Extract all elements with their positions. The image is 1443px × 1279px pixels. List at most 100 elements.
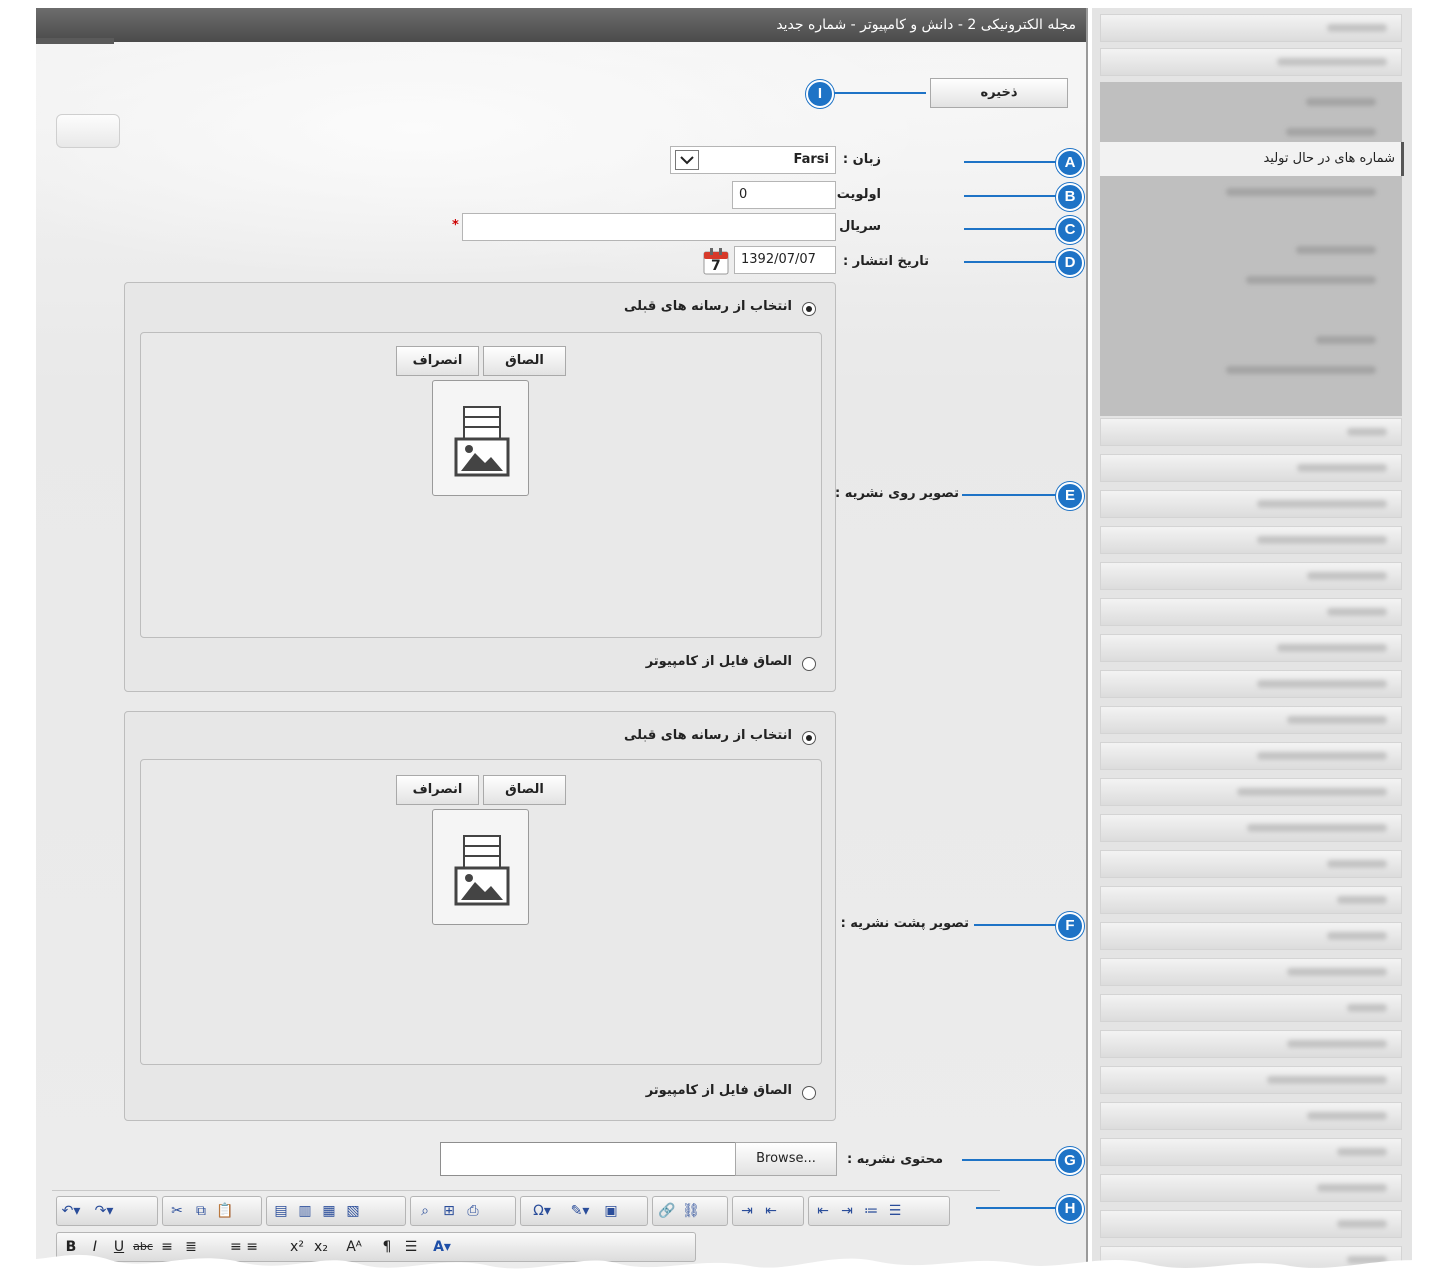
cover-back-thumbnail[interactable]: [432, 809, 529, 925]
toolbar-group-tools: ⌕ ⊞ ⎙: [410, 1196, 516, 1226]
window-divider: [1086, 8, 1088, 1268]
serial-label: سریال :: [829, 219, 881, 234]
link-icon[interactable]: 🔗: [656, 1200, 678, 1222]
sidebar-item[interactable]: [1100, 454, 1402, 482]
rtl-icon[interactable]: ⇤: [760, 1200, 782, 1222]
sidebar-item-label-blurred: [1287, 716, 1387, 724]
cover-back-attach-button[interactable]: الصاق: [483, 775, 566, 805]
content-file-input[interactable]: [440, 1142, 736, 1176]
callout-line-e: [962, 494, 1060, 496]
sidebar-item-label-blurred: [1327, 860, 1387, 868]
paste-icon[interactable]: 📋: [214, 1200, 236, 1222]
sidebar-item-label-blurred: [1297, 464, 1387, 472]
sidebar-item[interactable]: [1100, 886, 1402, 914]
priority-input[interactable]: 0: [732, 181, 836, 209]
sidebar-item[interactable]: [1100, 562, 1402, 590]
paste-word-icon[interactable]: ▥: [294, 1200, 316, 1222]
undo-icon[interactable]: ↶▾: [60, 1200, 82, 1222]
browse-button[interactable]: Browse...: [735, 1142, 837, 1176]
cover-front-upload-radio[interactable]: [802, 657, 816, 671]
select-all-icon[interactable]: ⊞: [438, 1200, 460, 1222]
copy-icon[interactable]: ⧉: [190, 1200, 212, 1222]
dropdown-button[interactable]: [675, 150, 699, 170]
special-char-icon[interactable]: Ω▾: [524, 1200, 560, 1222]
sidebar-item[interactable]: [1100, 958, 1402, 986]
paste-text-icon[interactable]: ▤: [270, 1200, 292, 1222]
sidebar-item-label-blurred: [1257, 680, 1387, 688]
unlink-icon[interactable]: ⛓: [680, 1200, 702, 1222]
sidebar-item-label-blurred: [1267, 1076, 1387, 1084]
window-title: مجله الکترونیکی 2 - دانش و کامپیوتر - شم…: [776, 17, 1076, 33]
cover-front-previous-radio[interactable]: [802, 302, 816, 316]
callout-line-f: [974, 924, 1060, 926]
template-icon[interactable]: ▣: [600, 1200, 622, 1222]
calendar-icon[interactable]: 7: [702, 246, 730, 276]
cover-front-upload-label: الصاق فایل از کامپیوتر: [645, 654, 792, 669]
toolbar-group-direction: ⇥ ⇤: [732, 1196, 804, 1226]
save-button[interactable]: ذخیره: [930, 78, 1068, 108]
sidebar-item[interactable]: [1100, 706, 1402, 734]
language-select[interactable]: Farsi: [670, 146, 836, 174]
sidebar-item[interactable]: [1100, 14, 1402, 42]
sidebar-item[interactable]: [1100, 1102, 1402, 1130]
publish-date-label: تاریخ انتشار :: [843, 254, 929, 269]
bullet-list-icon[interactable]: ☰: [884, 1200, 906, 1222]
sidebar-item-label-blurred: [1327, 608, 1387, 616]
sidebar-item[interactable]: [1100, 670, 1402, 698]
toolbar-group-lists: ⇤ ⇥ ≔ ☰: [808, 1196, 950, 1226]
cover-front-attach-button[interactable]: الصاق: [483, 346, 566, 376]
ltr-icon[interactable]: ⇥: [736, 1200, 758, 1222]
sidebar-item[interactable]: [1100, 418, 1402, 446]
sidebar-item[interactable]: [1100, 598, 1402, 626]
indent-icon[interactable]: ⇥: [836, 1200, 858, 1222]
sidebar-item[interactable]: [1100, 742, 1402, 770]
collapsed-tab[interactable]: [56, 114, 120, 148]
paste-clean-icon[interactable]: ▧: [342, 1200, 364, 1222]
find-icon[interactable]: ⌕: [414, 1200, 436, 1222]
cover-back-previous-radio[interactable]: [802, 731, 816, 745]
callout-e: E: [1056, 482, 1084, 510]
callout-line-d: [964, 261, 1060, 263]
sidebar-item[interactable]: [1100, 994, 1402, 1022]
callout-a: A: [1056, 149, 1084, 177]
numbered-list-icon[interactable]: ≔: [860, 1200, 882, 1222]
callout-line-a: [964, 161, 1060, 163]
sidebar-item[interactable]: [1100, 1174, 1402, 1202]
sidebar-item-label-blurred: [1277, 644, 1387, 652]
cover-back-previous-label: انتخاب از رسانه های قبلی: [623, 728, 792, 743]
sidebar-item[interactable]: [1100, 814, 1402, 842]
sidebar-item[interactable]: [1100, 526, 1402, 554]
cover-front-thumbnail[interactable]: [432, 380, 529, 496]
redo-icon[interactable]: ↷▾: [84, 1200, 124, 1222]
callout-f: F: [1056, 912, 1084, 940]
publish-date-input[interactable]: 1392/07/07: [734, 246, 836, 274]
sidebar-item[interactable]: [1100, 1030, 1402, 1058]
sidebar-item[interactable]: [1100, 778, 1402, 806]
sidebar-submenu: [1100, 82, 1402, 416]
sidebar-item-label-blurred: [1257, 536, 1387, 544]
sidebar-item[interactable]: [1100, 1210, 1402, 1238]
sidebar-item[interactable]: [1100, 1138, 1402, 1166]
paste-special-icon[interactable]: ▦: [318, 1200, 340, 1222]
format-painter-icon[interactable]: ✎▾: [562, 1200, 598, 1222]
cut-icon[interactable]: ✂: [166, 1200, 188, 1222]
cover-back-cancel-button[interactable]: انصراف: [396, 775, 479, 805]
callout-line-i: [830, 92, 926, 94]
print-icon[interactable]: ⎙: [462, 1200, 484, 1222]
sidebar-item-label-blurred: [1307, 572, 1387, 580]
sidebar-item[interactable]: [1100, 48, 1402, 76]
callout-line-h: [976, 1207, 1060, 1209]
image-placeholder-icon: [454, 406, 510, 477]
cover-front-cancel-button[interactable]: انصراف: [396, 346, 479, 376]
sidebar-item[interactable]: [1100, 634, 1402, 662]
outdent-icon[interactable]: ⇤: [812, 1200, 834, 1222]
sidebar-item[interactable]: [1100, 850, 1402, 878]
sidebar-item-label-blurred: [1247, 824, 1387, 832]
cover-back-upload-radio[interactable]: [802, 1086, 816, 1100]
sidebar-item[interactable]: [1100, 490, 1402, 518]
sidebar-item[interactable]: [1100, 1066, 1402, 1094]
sidebar-item-label-blurred: [1337, 1220, 1387, 1228]
sidebar-item[interactable]: [1100, 922, 1402, 950]
sidebar-item-active[interactable]: شماره های در حال تولید: [1100, 142, 1404, 176]
serial-input[interactable]: [462, 213, 836, 241]
